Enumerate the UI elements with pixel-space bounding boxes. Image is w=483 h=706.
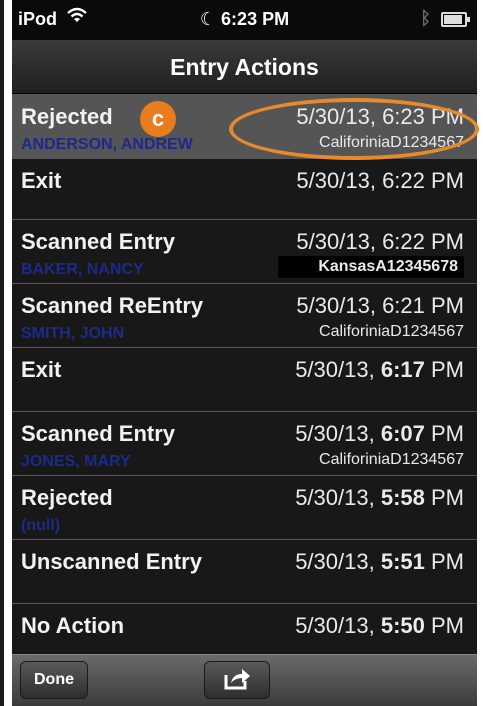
battery-level bbox=[444, 15, 462, 24]
page-title: Entry Actions bbox=[170, 54, 319, 80]
person-name: ANDERSON, ANDREW bbox=[21, 136, 193, 153]
list-item[interactable]: Unscanned Entry 5/30/13, 5:51 PM bbox=[12, 539, 477, 603]
list-item[interactable]: Scanned Entry BAKER, NANCY 5/30/13, 6:22… bbox=[12, 219, 477, 283]
list-item[interactable]: Scanned Entry JONES, MARY 5/30/13, 6:07 … bbox=[12, 411, 477, 475]
action-datetime: 5/30/13, 6:17 PM bbox=[295, 357, 464, 382]
person-name: JONES, MARY bbox=[21, 453, 131, 470]
action-label: Scanned ReEntry bbox=[21, 293, 204, 318]
entry-actions-list[interactable]: Rejected ANDERSON, ANDREW 5/30/13, 6:23 … bbox=[12, 94, 477, 654]
action-datetime: 5/30/13, 5:50 PM bbox=[295, 613, 464, 638]
action-label: Unscanned Entry bbox=[21, 549, 202, 574]
status-time: ☾ 6:23 PM bbox=[12, 9, 477, 30]
person-name: BAKER, NANCY bbox=[21, 261, 144, 278]
action-datetime: 5/30/13, 5:51 PM bbox=[295, 549, 464, 574]
list-item[interactable]: Exit 5/30/13, 6:22 PM bbox=[12, 158, 477, 219]
status-bar: iPod ☾ 6:23 PM ᛒ bbox=[12, 0, 477, 40]
action-label: Exit bbox=[21, 168, 62, 193]
person-name: (null) bbox=[21, 517, 61, 534]
action-datetime: 5/30/13, 6:21 PM bbox=[296, 293, 464, 318]
action-label: Rejected bbox=[21, 104, 113, 129]
moon-icon: ☾ bbox=[199, 9, 222, 29]
action-datetime: 5/30/13, 6:22 PM bbox=[296, 168, 464, 193]
battery-icon bbox=[441, 12, 470, 27]
action-label: Rejected bbox=[21, 485, 113, 510]
share-button[interactable] bbox=[204, 661, 270, 699]
action-datetime: 5/30/13, 6:22 PM bbox=[296, 229, 464, 254]
action-datetime: 5/30/13, 5:58 PM bbox=[295, 485, 464, 510]
action-datetime: 5/30/13, 6:07 PM bbox=[295, 421, 464, 446]
action-label: No Action bbox=[21, 613, 125, 638]
person-name: SMITH, JOHN bbox=[21, 325, 125, 342]
list-item[interactable]: Rejected (null) 5/30/13, 5:58 PM bbox=[12, 475, 477, 539]
bluetooth-icon: ᛒ bbox=[420, 8, 431, 28]
navigation-bar: Entry Actions bbox=[12, 40, 477, 94]
license-id: KansasA12345678 bbox=[278, 256, 464, 278]
status-time-text: 6:23 PM bbox=[221, 9, 290, 29]
callout-badge: c bbox=[140, 101, 176, 137]
list-item[interactable]: No Action 5/30/13, 5:50 PM bbox=[12, 603, 477, 654]
bottom-toolbar: Done bbox=[12, 654, 477, 706]
action-label: Scanned Entry bbox=[21, 421, 176, 446]
device-bezel bbox=[0, 0, 12, 706]
list-item[interactable]: Scanned ReEntry SMITH, JOHN 5/30/13, 6:2… bbox=[12, 283, 477, 347]
highlight-ellipse bbox=[229, 98, 479, 160]
done-button[interactable]: Done bbox=[20, 661, 88, 699]
action-label: Exit bbox=[21, 357, 62, 382]
list-item[interactable]: Exit 5/30/13, 6:17 PM bbox=[12, 347, 477, 411]
action-label: Scanned Entry bbox=[21, 229, 176, 254]
license-id: CaliforiniaD1234567 bbox=[319, 323, 464, 340]
license-id: CaliforiniaD1234567 bbox=[319, 451, 464, 468]
